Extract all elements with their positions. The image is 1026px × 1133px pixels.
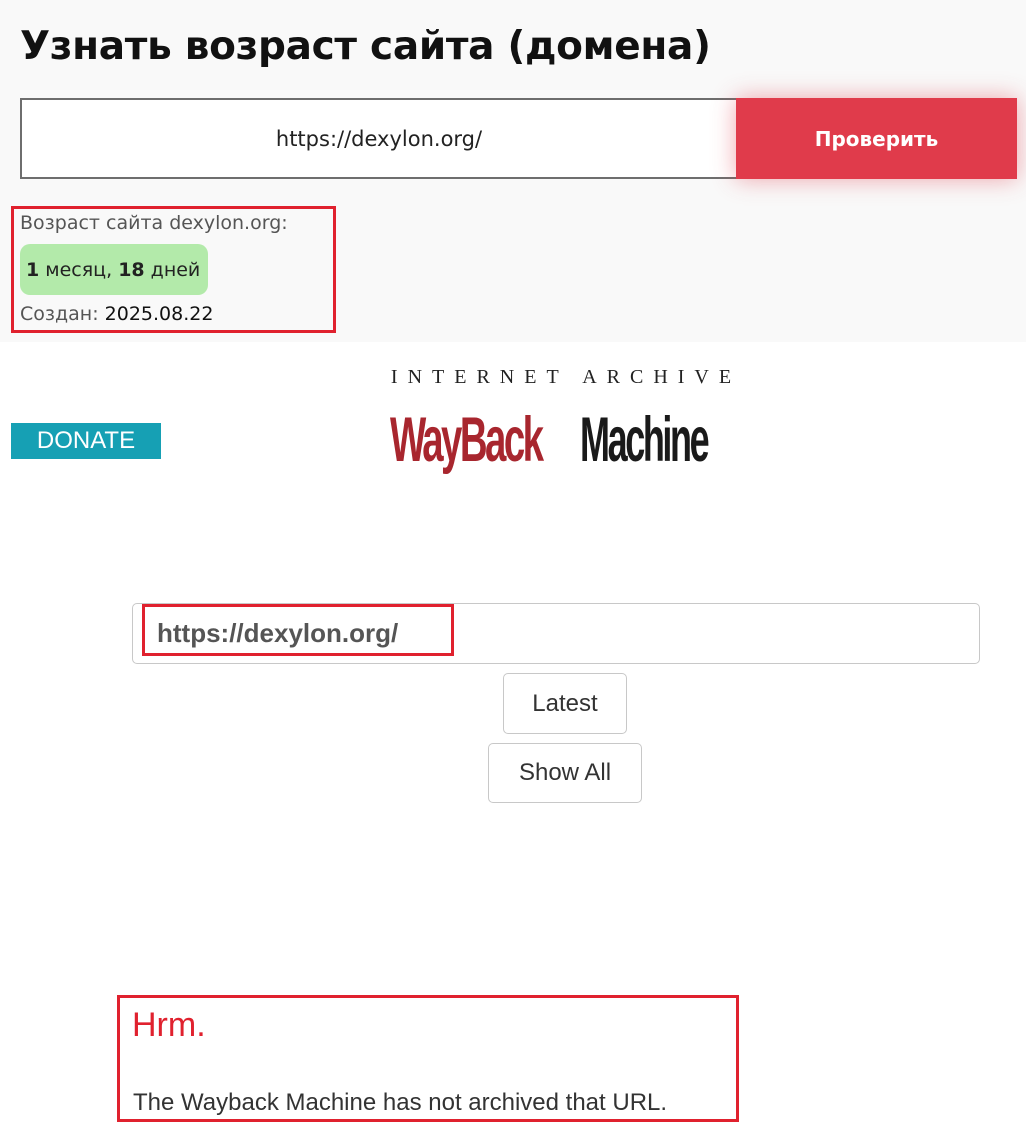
domain-url-input[interactable] xyxy=(20,98,738,179)
latest-button[interactable]: Latest xyxy=(503,673,627,734)
created-label: Создан: xyxy=(20,303,105,325)
check-button[interactable]: Проверить xyxy=(736,98,1017,179)
donate-button[interactable]: DONATE xyxy=(11,423,161,459)
error-message: The Wayback Machine has not archived tha… xyxy=(133,1089,668,1116)
age-days-word: дней xyxy=(144,258,201,281)
error-title: Hrm. xyxy=(132,1006,206,1044)
logo-machine-text: Machine xyxy=(580,404,710,475)
created-date: 2025.08.22 xyxy=(104,303,214,325)
wayback-machine-logo[interactable]: INTERNET ARCHIVE WayBack Machine xyxy=(390,366,742,488)
age-label: Возраст сайта dexylon.org: xyxy=(20,212,288,234)
wayback-url-input[interactable] xyxy=(132,603,980,664)
age-badge: 1 месяц, 18 дней xyxy=(20,244,209,295)
age-checker-panel: Узнать возраст сайта (домена) Проверить … xyxy=(0,0,1026,342)
age-days-number: 18 xyxy=(118,258,145,281)
logo-wayback-text: WayBack xyxy=(390,404,544,475)
page-title: Узнать возраст сайта (домена) xyxy=(20,24,711,69)
internet-archive-text: INTERNET ARCHIVE xyxy=(390,366,742,388)
age-months-number: 1 xyxy=(26,258,40,281)
show-all-button[interactable]: Show All xyxy=(488,743,642,803)
age-months-word: месяц, xyxy=(39,258,119,281)
created-date-line: Создан: 2025.08.22 xyxy=(20,303,213,325)
